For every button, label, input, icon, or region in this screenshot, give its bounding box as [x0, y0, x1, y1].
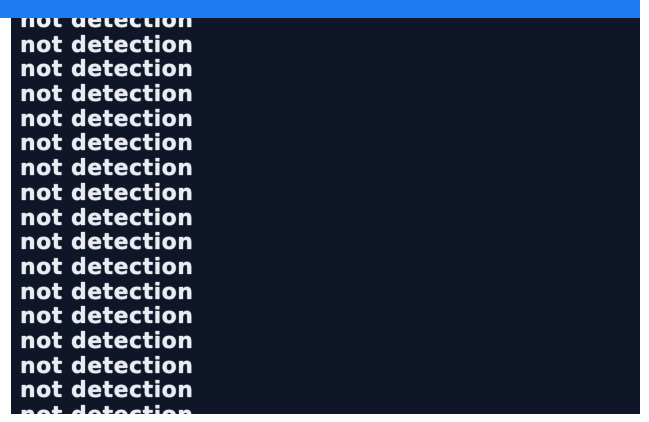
console-log-line: not detection [20, 230, 194, 256]
console-log-line: not detection [20, 328, 194, 354]
console-log-line: not detection [20, 403, 193, 414]
console-log-line: not detection [20, 18, 194, 33]
selection-highlight-bar [0, 0, 640, 18]
console-log-list: not detection not detection not detectio… [20, 18, 193, 414]
console-output-panel[interactable]: not detection not detection not detectio… [11, 18, 640, 414]
console-log-line: not detection [20, 82, 194, 108]
console-log-line: not detection [20, 254, 194, 280]
console-log-line: not detection [20, 205, 194, 231]
console-log-line: not detection [20, 32, 194, 58]
console-log-line: not detection [20, 180, 194, 206]
console-log-line: not detection [20, 156, 194, 182]
console-log-line: not detection [20, 279, 194, 305]
bottom-margin-strip [0, 414, 649, 422]
console-log-line: not detection [20, 131, 194, 157]
console-log-line: not detection [20, 57, 194, 83]
console-log-line: not detection [20, 378, 194, 404]
screenshot-frame: not detection not detection not detectio… [0, 0, 649, 422]
console-log-line: not detection [20, 304, 194, 330]
console-log-line: not detection [20, 106, 194, 132]
console-log-line: not detection [20, 353, 194, 379]
